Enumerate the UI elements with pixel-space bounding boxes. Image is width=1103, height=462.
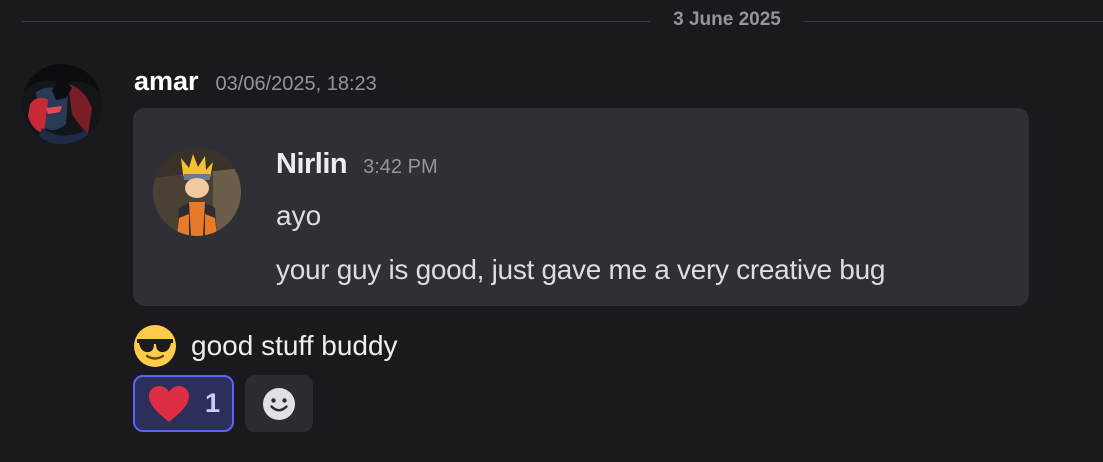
date-divider-line-left	[22, 21, 650, 22]
reply-text: good stuff buddy	[191, 330, 398, 361]
add-reaction-button[interactable]	[245, 375, 313, 432]
ninja-avatar-icon	[153, 148, 241, 236]
sunglasses-emoji-icon	[134, 325, 176, 367]
reply-line: good stuff buddy	[133, 324, 398, 368]
author-name[interactable]: amar	[134, 66, 199, 97]
heart-emoji-icon	[149, 385, 189, 422]
embed-author-avatar[interactable]	[153, 148, 241, 236]
embed-header: Nirlin 3:42 PM	[276, 148, 438, 181]
date-divider: 3 June 2025	[673, 9, 781, 30]
message-timestamp[interactable]: 03/06/2025, 18:23	[216, 73, 377, 96]
author-avatar[interactable]	[22, 64, 102, 144]
forwarded-message-card[interactable]: Nirlin 3:42 PM ayo your guy is good, jus…	[133, 108, 1029, 306]
chat-view: 3 June 2025 amar 03/06/2025, 18:23 Nirli…	[0, 0, 1103, 462]
message-header: amar 03/06/2025, 18:23	[134, 66, 377, 100]
embed-message-line: ayo	[276, 200, 322, 231]
embed-message-line: your guy is good, just gave me a very cr…	[276, 254, 886, 285]
date-divider-line-right	[804, 21, 1103, 22]
anime-avatar-icon	[22, 64, 102, 144]
smiley-add-reaction-icon	[263, 387, 295, 420]
heart-reaction-button[interactable]: 1	[133, 375, 234, 432]
embed-timestamp: 3:42 PM	[363, 156, 438, 178]
embed-author-name[interactable]: Nirlin	[276, 148, 348, 181]
reaction-count: 1	[205, 388, 221, 418]
